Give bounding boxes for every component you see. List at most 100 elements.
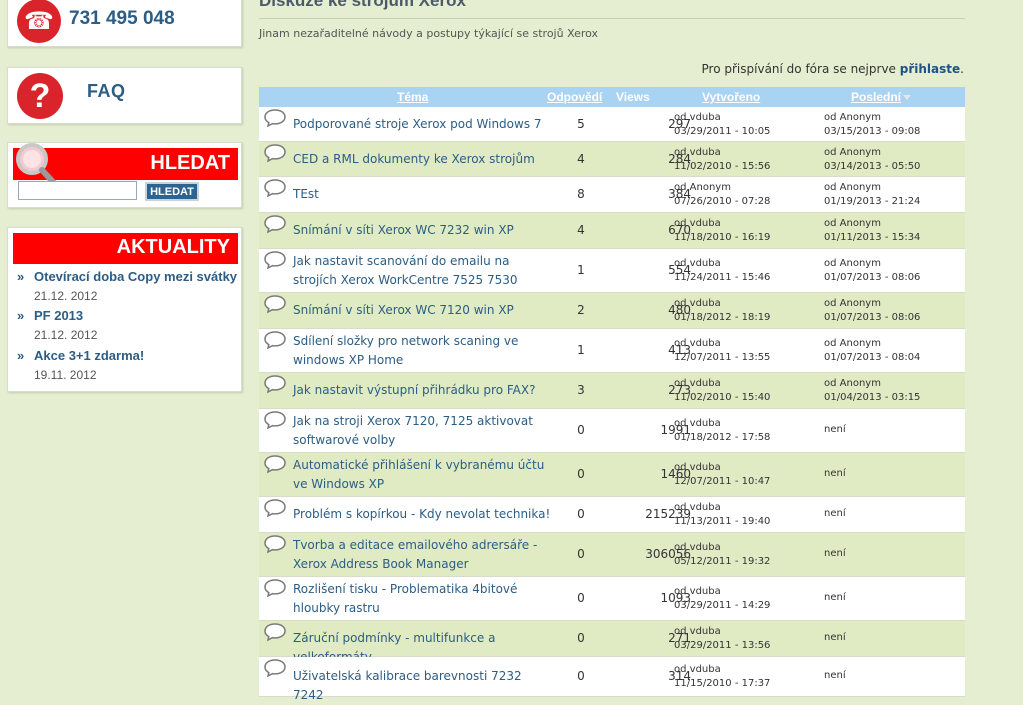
speech-bubble-icon <box>263 294 287 314</box>
table-row: Podporované stroje Xerox pod Windows 752… <box>259 107 965 142</box>
created-by: od vduba <box>674 462 721 473</box>
table-row: Sdílení složky pro network scaning ve wi… <box>259 329 965 373</box>
speech-bubble-icon <box>263 143 287 163</box>
topic-link[interactable]: Snímání v síti Xerox WC 7120 win XP <box>293 301 551 320</box>
divider <box>259 18 965 19</box>
created-info: od Anonym 07/26/2010 - 07:28 <box>674 181 770 209</box>
faq-link[interactable]: ? FAQ <box>7 67 242 124</box>
bullet: » <box>17 308 25 323</box>
speech-bubble-icon <box>263 108 287 128</box>
topic-link[interactable]: Snímání v síti Xerox WC 7232 win XP <box>293 221 551 240</box>
last-post-date: 01/19/2013 - 21:24 <box>824 196 921 207</box>
table-row: TEst 8 384 od Anonym 07/26/2010 - 07:28 od An… <box>259 177 965 213</box>
created-date: 11/02/2010 - 15:56 <box>674 161 771 172</box>
sort-last-link[interactable]: Poslední <box>851 90 901 104</box>
col-views: Views <box>616 90 650 104</box>
news-item-date: 21.12. 2012 <box>34 289 98 303</box>
created-by: od vduba <box>674 626 721 637</box>
created-by: od vduba <box>674 112 721 123</box>
created-info: od vduba 12/07/2011 - 13:55 <box>674 337 770 365</box>
created-date: 12/07/2011 - 13:55 <box>674 352 771 363</box>
topic-link[interactable]: Uživatelská kalibrace barevnosti 7232 72… <box>293 667 551 705</box>
speech-bubble-icon <box>263 214 287 234</box>
sort-replies-link[interactable]: Odpovědí <box>547 90 602 104</box>
created-by: od vduba <box>674 502 721 513</box>
login-note-text: Pro přispívání do fóra se nejprve <box>701 62 896 76</box>
speech-bubble-icon <box>263 658 287 678</box>
last-post-date: 01/07/2013 - 08:06 <box>824 272 921 283</box>
news-header: AKTUALITY <box>13 233 238 264</box>
topic-link[interactable]: CED a RML dokumenty ke Xerox strojům <box>293 150 551 169</box>
last-post-info: od Anonym 01/07/2013 - 08:06 <box>824 257 920 285</box>
topic-link[interactable]: Rozlišení tisku - Problematika 4bitové h… <box>293 580 551 618</box>
col-topic: Téma <box>397 90 428 104</box>
table-row: Snímání v síti Xerox WC 7232 win XP 4 670 o… <box>259 213 965 249</box>
page-description: Jinam nezařaditelné návody a postupy týk… <box>259 27 599 40</box>
news-item-link[interactable]: Otevírací doba Copy mezi svátky <box>34 269 237 284</box>
reply-count: 4 <box>577 152 585 166</box>
created-info: od vduba 12/07/2011 - 10:47 <box>674 461 770 489</box>
last-post-by: od Anonym <box>824 147 881 158</box>
last-post-by: od Anonym <box>824 378 881 389</box>
last-post-none: není <box>824 468 846 479</box>
last-post-by: od Anonym <box>824 258 881 269</box>
reply-count: 0 <box>577 507 585 521</box>
topic-link[interactable]: Tvorba a editace emailového adrersáře - … <box>293 536 551 574</box>
reply-count: 4 <box>577 223 585 237</box>
news-box: AKTUALITY » Otevírací doba Copy mezi svá… <box>7 227 242 392</box>
news-title: AKTUALITY <box>116 236 230 258</box>
news-item-date: 19.11. 2012 <box>34 368 97 382</box>
topic-link[interactable]: Sdílení složky pro network scaning ve wi… <box>293 332 551 370</box>
created-date: 03/29/2011 - 13:56 <box>674 640 771 651</box>
last-post-date: 03/14/2013 - 05:50 <box>824 161 921 172</box>
speech-bubble-icon <box>263 534 287 554</box>
login-note-suffix: . <box>960 62 964 76</box>
last-post-none: není <box>824 424 846 435</box>
last-post-info: od Anonym 01/04/2013 - 03:15 <box>824 377 920 405</box>
news-item-link[interactable]: Akce 3+1 zdarma! <box>34 348 144 363</box>
reply-count: 0 <box>577 467 585 481</box>
sort-created-link[interactable]: Vytvořeno <box>702 90 760 104</box>
topic-link[interactable]: Problém s kopírkou - Kdy nevolat technik… <box>293 505 551 524</box>
speech-bubble-icon <box>263 250 287 270</box>
created-by: od vduba <box>674 586 721 597</box>
created-date: 01/18/2012 - 17:58 <box>674 432 771 443</box>
topic-link[interactable]: Jak na stroji Xerox 7120, 7125 aktivovat… <box>293 412 551 450</box>
topic-link[interactable]: Automatické přihlášení k vybranému účtu … <box>293 456 551 494</box>
table-row: CED a RML dokumenty ke Xerox strojům 4 284… <box>259 142 965 177</box>
reply-count: 2 <box>577 303 585 317</box>
reply-count: 0 <box>577 591 585 605</box>
table-row: Jak nastavit scanování do emailu na stro… <box>259 249 965 306</box>
speech-bubble-icon <box>263 498 287 518</box>
faq-label[interactable]: FAQ <box>87 81 126 102</box>
col-last: Poslední <box>851 90 912 104</box>
created-date: 07/26/2010 - 07:28 <box>674 196 771 207</box>
last-post-none: není <box>824 592 846 603</box>
speech-bubble-icon <box>263 374 287 394</box>
topic-link[interactable]: Podporované stroje Xerox pod Windows 7 <box>293 115 551 134</box>
table-row: Jak nastavit výstupní přihrádku pro FAX?… <box>259 373 965 409</box>
news-item-link[interactable]: PF 2013 <box>34 308 83 323</box>
last-post-none: není <box>824 508 846 519</box>
topic-link[interactable]: Jak nastavit výstupní přihrádku pro FAX? <box>293 381 551 400</box>
last-post-info: od Anonym 01/07/2013 - 08:04 <box>824 337 920 365</box>
last-post-by: od Anonym <box>824 218 881 229</box>
search-button[interactable]: HLEDAT <box>145 182 199 201</box>
page-title: Diskuze ke strojům Xerox <box>259 0 466 10</box>
col-created: Vytvořeno <box>702 90 760 104</box>
news-item-date: 21.12. 2012 <box>34 328 98 342</box>
created-info: od vduba 11/13/2011 - 19:40 <box>674 501 770 529</box>
created-by: od vduba <box>674 147 721 158</box>
created-by: od vduba <box>674 378 721 389</box>
reply-count: 0 <box>577 423 585 437</box>
last-post-by: od Anonym <box>824 298 881 309</box>
created-date: 03/29/2011 - 10:05 <box>674 126 771 137</box>
table-row: Rozlišení tisku - Problematika 4bitové h… <box>259 577 965 621</box>
created-by: od vduba <box>674 418 721 429</box>
created-info: od vduba 03/29/2011 - 14:29 <box>674 585 770 613</box>
speech-bubble-icon <box>263 410 287 430</box>
topic-link[interactable]: TEst <box>293 185 551 204</box>
login-link[interactable]: přihlaste <box>900 62 960 76</box>
search-input[interactable] <box>18 181 137 200</box>
sort-topic-link[interactable]: Téma <box>397 90 428 104</box>
